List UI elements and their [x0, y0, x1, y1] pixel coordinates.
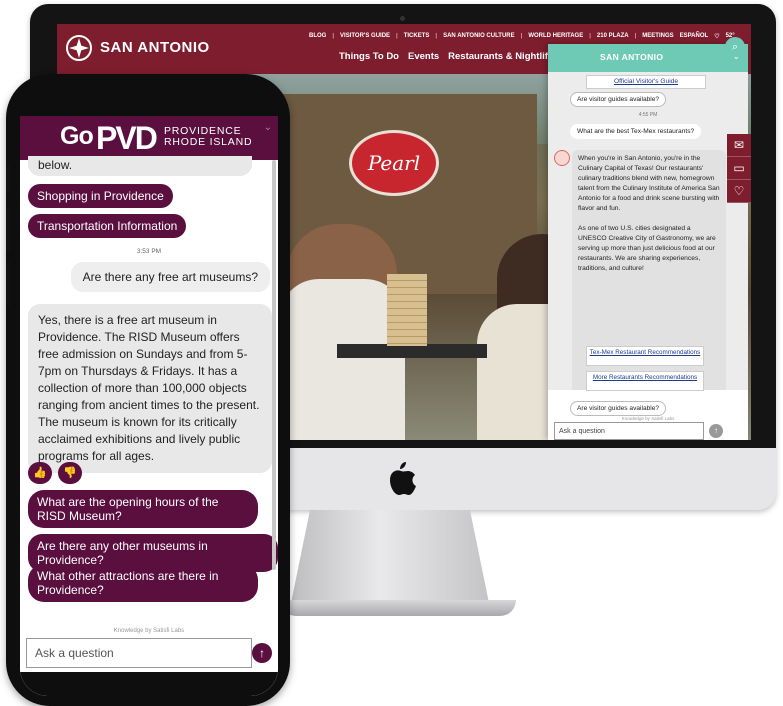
chat-brand: SAN ANTONIO [600, 52, 664, 62]
knowledge-credit: Knowledge by Satisfi Labs [113, 628, 185, 634]
chip-shopping[interactable]: Shopping in Providence [28, 184, 173, 208]
search-icon[interactable]: ⌕ [725, 37, 745, 57]
pearl-sign: Pearl [349, 130, 439, 196]
chip-visitor-guides[interactable]: Are visitor guides available? [570, 92, 667, 107]
chat-input[interactable]: Ask a question [554, 422, 704, 440]
util-link-espanol[interactable]: ESPAÑOL [680, 33, 709, 40]
user-message: What are the best Tex-Mex restaurants? [570, 124, 702, 139]
nav-restaurants-nightlife[interactable]: Restaurants & Nightlife [448, 51, 553, 62]
followup-other-attractions[interactable]: What other attractions are there in Prov… [28, 564, 258, 602]
util-link-210-plaza[interactable]: 210 PLAZA [597, 33, 629, 40]
table [337, 344, 487, 358]
thumbs-down-icon[interactable]: 👎 [58, 462, 82, 484]
followup-opening-hours[interactable]: What are the opening hours of the RISD M… [28, 490, 258, 528]
util-link-world-heritage[interactable]: WORLD HERITAGE [528, 33, 583, 40]
book-icon[interactable]: ▭ [727, 157, 751, 180]
bot-paragraph-2: As one of two U.S. cities designated a U… [578, 225, 716, 272]
util-link-culture[interactable]: SAN ANTONIO CULTURE [443, 33, 515, 40]
phone-screen: Go PVD PROVIDENCE RHODE ISLAND ⌄ below. … [20, 116, 278, 696]
thumbs-up-icon[interactable]: 👍 [28, 462, 52, 484]
chip-transportation[interactable]: Transportation Information [28, 214, 187, 238]
phone-chat-transcript: below. Shopping in Providence Transporta… [20, 156, 278, 626]
scrollbar[interactable] [272, 160, 276, 570]
mail-icon[interactable]: ✉ [727, 134, 751, 157]
texmex-recommendations-link[interactable]: Tex-Mex Restaurant Recommendations [586, 346, 704, 366]
bot-message: Yes, there is a free art museum in Provi… [28, 304, 272, 473]
heart-icon[interactable]: ♡ [727, 180, 751, 203]
chat-footer: Knowledge by Satisfi Labs Ask a question… [548, 416, 748, 440]
util-link-meetings[interactable]: MEETINGS [642, 33, 673, 40]
send-arrow-icon[interactable]: ↑ [252, 643, 272, 663]
nav-things-to-do[interactable]: Things To Do [339, 51, 399, 62]
nav-events[interactable]: Events [408, 51, 439, 62]
chat-transcript: Official Visitor's Guide Are visitor gui… [548, 72, 748, 390]
chip-visitor-guides-2[interactable]: Are visitor guides available? [570, 401, 667, 416]
san-antonio-chat-widget: SAN ANTONIO ⌄ Official Visitor's Guide A… [548, 44, 748, 440]
utility-nav: BLOG | VISITOR'S GUIDE | TICKETS | SAN ANTO… [309, 33, 735, 40]
phone-bottom-bezel [20, 672, 278, 696]
site-title[interactable]: SAN ANTONIO [100, 39, 210, 56]
knowledge-credit: Knowledge by Satisfi Labs [621, 416, 675, 421]
util-link-visitors-guide[interactable]: VISITOR'S GUIDE [340, 33, 390, 40]
brand-pvd: PVD [96, 120, 158, 156]
monitor-stand [290, 510, 490, 608]
phone-device: Go PVD PROVIDENCE RHODE ISLAND ⌄ below. … [6, 74, 290, 706]
send-arrow-icon[interactable]: ↑ [709, 424, 723, 438]
previous-bot-message: below. [28, 156, 252, 176]
user-message: Are there any free art museums? [70, 262, 270, 292]
chat-input[interactable]: Ask a question [26, 638, 252, 668]
side-toolbar: ✉ ▭ ♡ [727, 134, 751, 203]
heart-icon[interactable]: ♡ [714, 33, 719, 40]
camera-dot [400, 16, 405, 21]
timestamp: 4:55 PM [638, 112, 658, 118]
brand-subtitle: PROVIDENCE RHODE ISLAND [164, 125, 253, 148]
bot-avatar-icon [554, 150, 570, 166]
more-restaurants-link[interactable]: More Restaurants Recommendations [586, 371, 704, 391]
util-link-tickets[interactable]: TICKETS [404, 33, 430, 40]
apple-logo-icon [390, 462, 416, 495]
chat-header: SAN ANTONIO ⌄ [548, 44, 748, 72]
monitor-stand-base [280, 600, 516, 616]
util-link-blog[interactable]: BLOG [309, 33, 326, 40]
san-antonio-logo-icon[interactable] [65, 34, 93, 62]
brand-go: Go [60, 122, 94, 150]
chevron-down-icon[interactable]: ⌄ [264, 122, 272, 133]
gopvd-header: Go PVD PROVIDENCE RHODE ISLAND ⌄ [20, 116, 278, 160]
jenga-tower [387, 274, 427, 346]
timestamp: 3:53 PM [136, 248, 162, 255]
official-visitors-guide-link[interactable]: Official Visitor's Guide [586, 75, 706, 89]
main-nav: Things To Do Events Restaurants & Nightl… [339, 51, 571, 62]
bot-paragraph-1: When you're in San Antonio, you're in th… [578, 155, 720, 212]
